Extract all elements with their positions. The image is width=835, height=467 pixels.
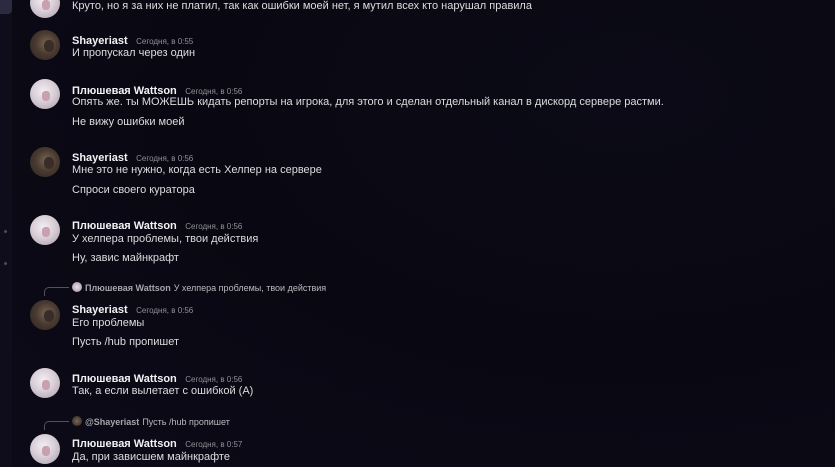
message-text: Пусть /hub пропишет (72, 336, 179, 348)
message-text: Не вижу ошибки моей (72, 116, 185, 128)
reply-text: У хелпера проблемы, твои действия (173, 283, 327, 293)
username[interactable]: Shayeriast (72, 304, 128, 316)
user-avatar[interactable] (30, 147, 60, 177)
message-text: Так, а если вылетает с ошибкой (А) (72, 385, 254, 397)
timestamp: Сегодня, в 0:57 (185, 440, 243, 449)
message-text: Его проблемы (72, 317, 145, 329)
reply-preview[interactable]: Плюшевая Wattson У хелпера проблемы, твои… (44, 282, 327, 296)
message-text: И пропускал через один (72, 47, 196, 59)
timestamp: Сегодня, в 0:56 (185, 375, 243, 384)
user-avatar[interactable] (30, 215, 60, 245)
username[interactable]: Shayeriast (72, 152, 128, 164)
reply-spine (44, 287, 69, 296)
timestamp: Сегодня, в 0:56 (185, 87, 243, 96)
sidebar-selected-item[interactable] (0, 0, 12, 14)
user-avatar[interactable] (30, 0, 60, 18)
sidebar-marker (4, 230, 7, 233)
reply-text: Пусть /hub пропишет (142, 417, 230, 427)
timestamp: Сегодня, в 0:56 (136, 306, 194, 315)
user-avatar[interactable] (30, 79, 60, 109)
username[interactable]: Плюшевая Wattson (72, 373, 177, 385)
reply-spine (44, 421, 69, 430)
message-text: Спроси своего куратора (72, 184, 195, 196)
sidebar-marker (4, 262, 7, 265)
username[interactable]: Плюшевая Wattson (72, 220, 177, 232)
reply-author[interactable]: @Shayeriast (85, 417, 139, 427)
reply-author[interactable]: Плюшевая Wattson (85, 283, 171, 293)
message-text: У хелпера проблемы, твои действия (72, 233, 259, 245)
user-avatar[interactable] (30, 368, 60, 398)
timestamp: Сегодня, в 0:56 (185, 222, 243, 231)
message-header: Shayeriast Сегодня, в 0:56 (72, 300, 193, 318)
message-header: Плюшевая Wattson Сегодня, в 0:57 (72, 434, 242, 452)
message-text: Мне это не нужно, когда есть Хелпер на с… (72, 164, 322, 176)
message-text: Опять же. ты МОЖЕШЬ кидать репорты на иг… (72, 96, 664, 108)
message-header: Плюшевая Wattson Сегодня, в 0:56 (72, 216, 242, 234)
reply-avatar-icon (72, 282, 82, 292)
username[interactable]: Плюшевая Wattson (72, 438, 177, 450)
reply-avatar-icon (72, 416, 82, 426)
timestamp: Сегодня, в 0:56 (136, 154, 194, 163)
username[interactable]: Shayeriast (72, 35, 128, 47)
user-avatar[interactable] (30, 30, 60, 60)
user-avatar[interactable] (30, 434, 60, 464)
server-sidebar-edge (0, 0, 12, 467)
message-text: Ну, завис майнкрафт (72, 252, 179, 264)
message-text: Да, при зависшем майнкрафте (72, 451, 230, 463)
user-avatar[interactable] (30, 300, 60, 330)
reply-preview[interactable]: @Shayeriast Пусть /hub пропишет (44, 416, 230, 430)
message-text: Круто, но я за них не платил, так как ош… (72, 0, 532, 12)
timestamp: Сегодня, в 0:55 (136, 37, 194, 46)
